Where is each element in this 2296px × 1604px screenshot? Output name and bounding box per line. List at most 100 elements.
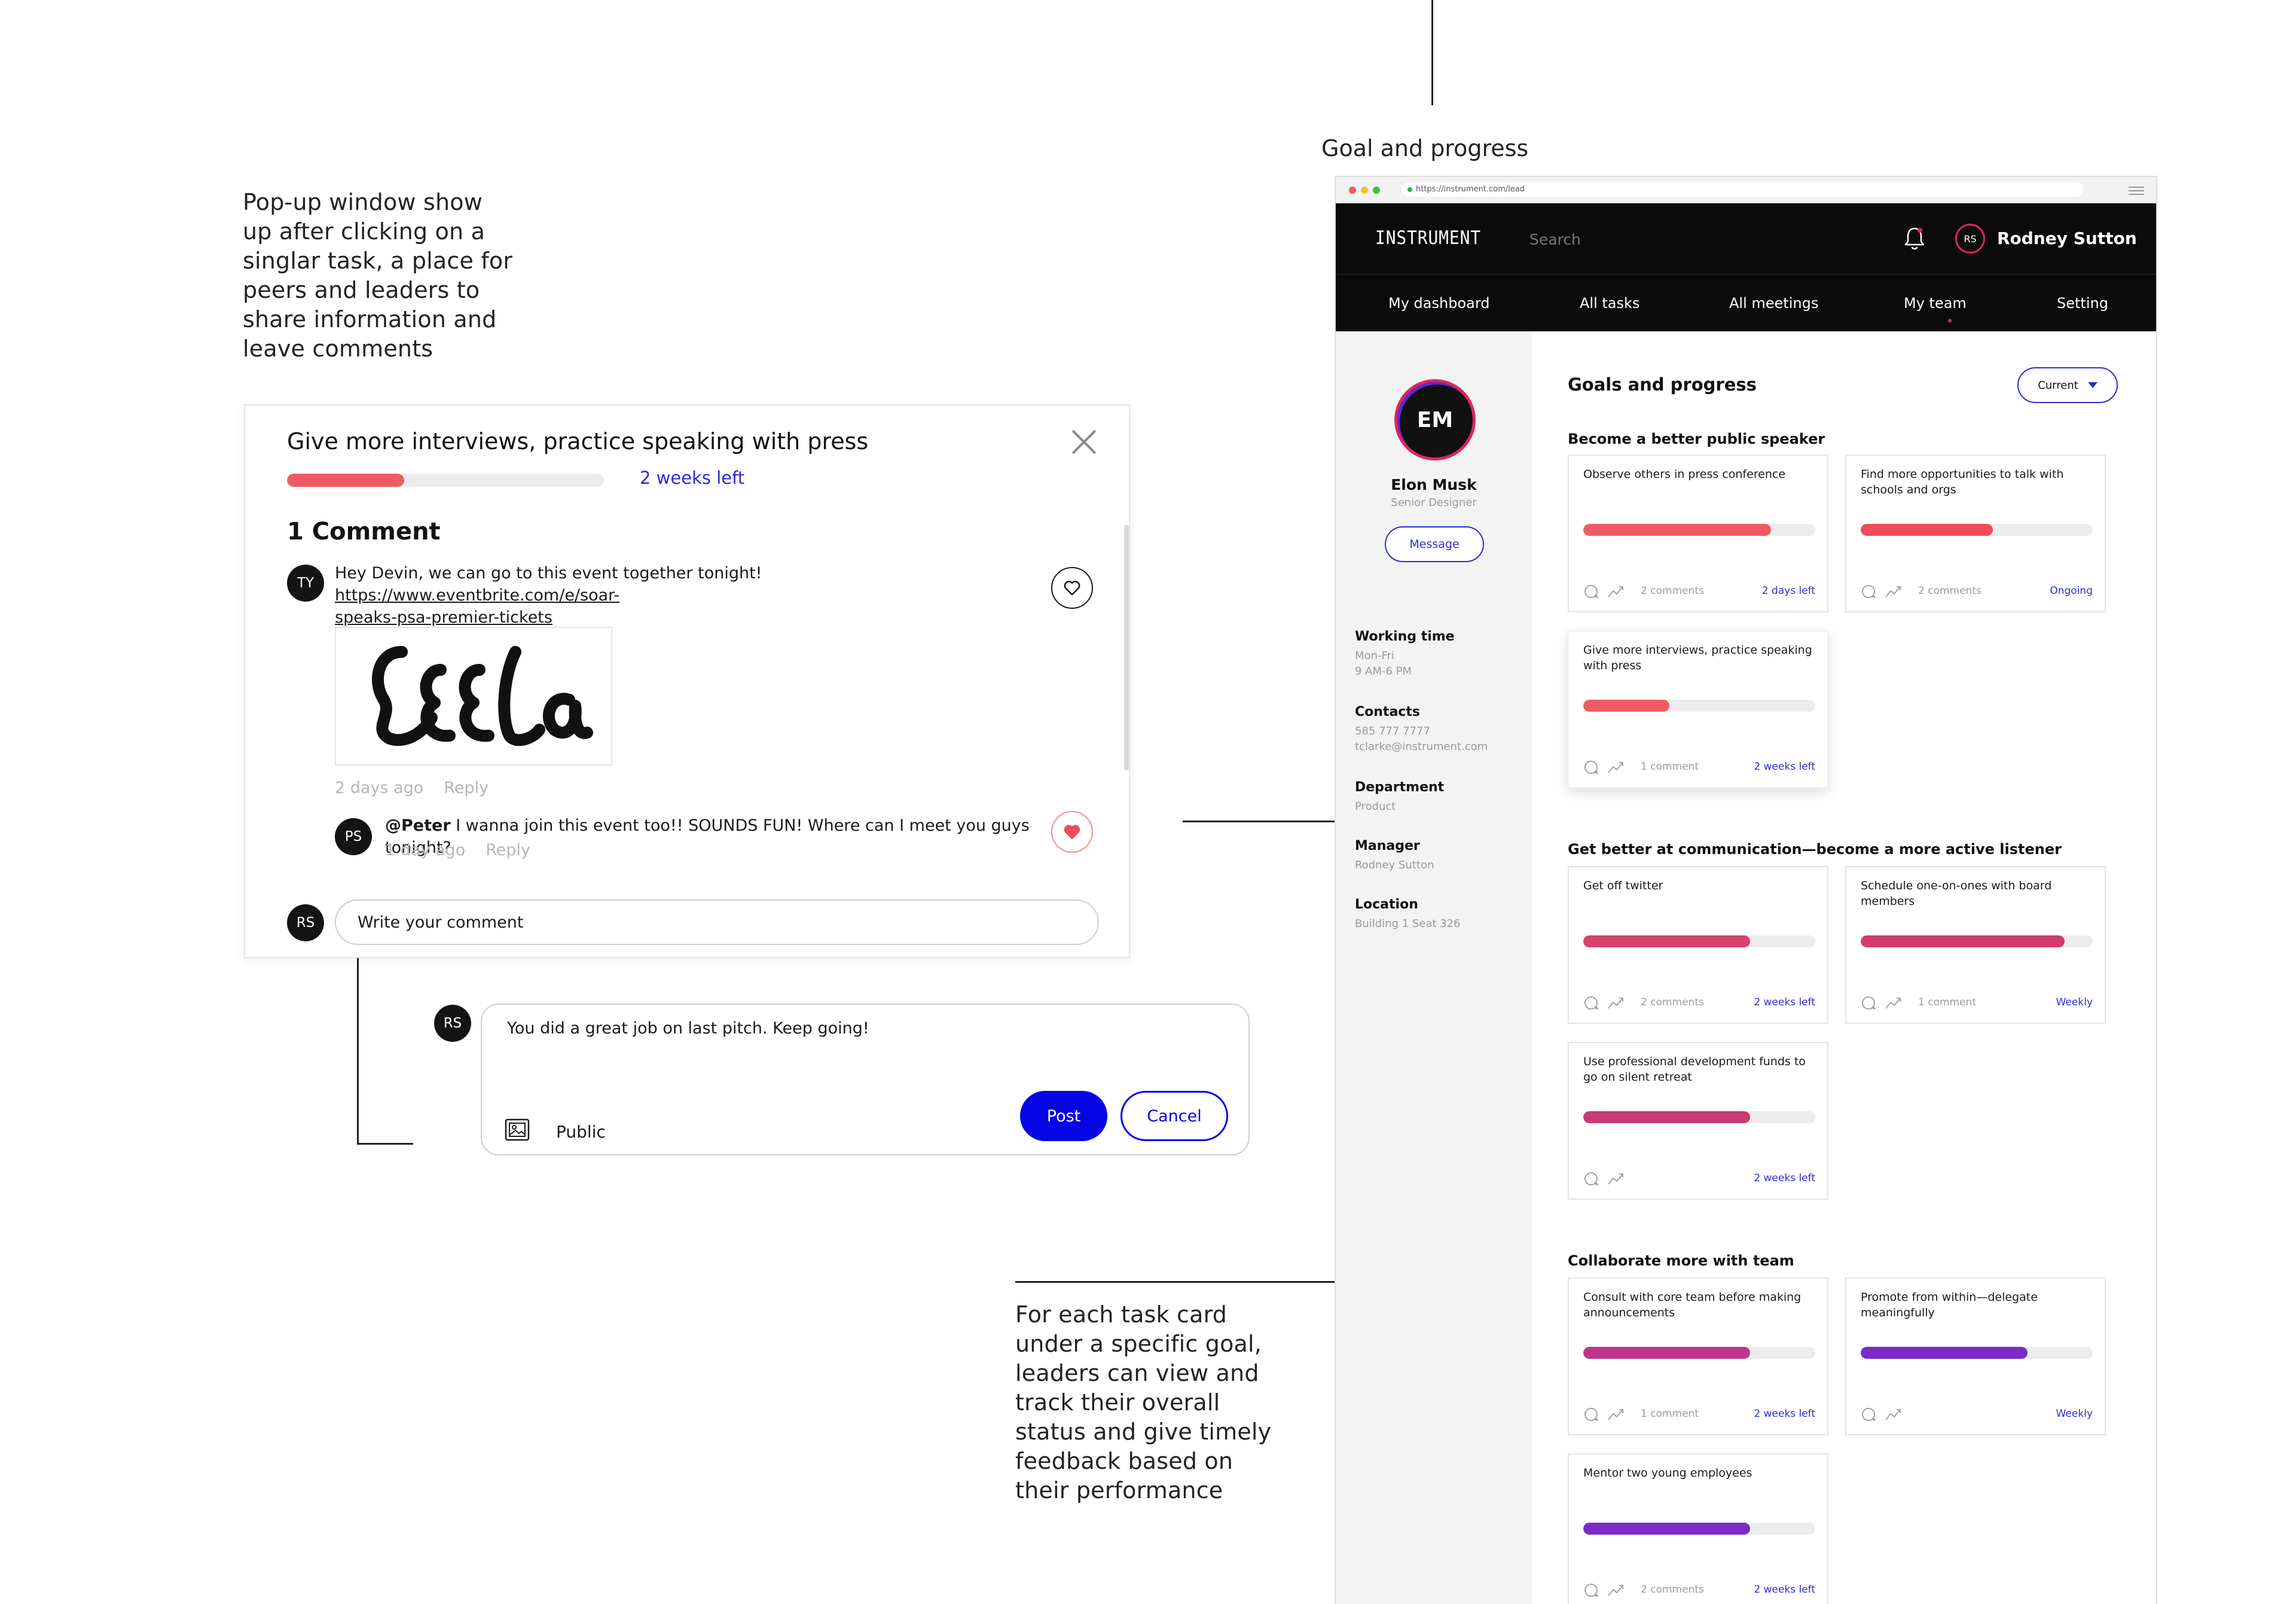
comment-icon[interactable] (1861, 995, 1876, 1011)
task-progress-bar (1861, 935, 2093, 947)
nav-all-tasks[interactable]: All tasks (1580, 295, 1639, 312)
task-progress-fill (1583, 935, 1751, 947)
task-card[interactable]: Get off twitter 2 comments 2 weeks left (1568, 866, 1828, 1024)
nav-my-team[interactable]: My team (1904, 295, 1967, 312)
comment-count: 2 comments (1918, 585, 1981, 597)
zoom-dot[interactable] (1373, 187, 1380, 194)
task-card-title: Consult with core team before making ann… (1583, 1291, 1802, 1319)
comment-link[interactable]: https://www.eventbrite.com/e/soar- (335, 586, 619, 605)
task-card[interactable]: Schedule one-on-ones with board members 1… (1845, 866, 2106, 1024)
task-status: 2 days left (1761, 585, 1815, 597)
task-progress-bar (1583, 1347, 1815, 1359)
browser-chrome: https://instrument.com/lead (1336, 177, 2156, 203)
reply-link[interactable]: Reply (486, 841, 530, 859)
task-progress-bar (1583, 1523, 1815, 1535)
close-dot[interactable] (1349, 187, 1356, 194)
trend-icon[interactable] (1607, 760, 1625, 775)
trend-icon[interactable] (1885, 584, 1903, 599)
nav-my-dashboard[interactable]: My dashboard (1388, 295, 1490, 312)
trend-icon[interactable] (1607, 995, 1625, 1011)
task-card[interactable]: Consult with core team before making ann… (1568, 1277, 1828, 1435)
chevron-down-icon (2087, 382, 2097, 388)
nav-all-meetings[interactable]: All meetings (1729, 295, 1818, 312)
trend-icon[interactable] (1607, 1171, 1625, 1187)
connector-line-composer-h (357, 1143, 413, 1145)
bell-icon[interactable] (1904, 225, 1925, 251)
task-progress-fill (1861, 524, 1993, 536)
active-nav-indicator (1948, 319, 1952, 322)
avatar: RS (287, 904, 324, 941)
task-card[interactable]: Mentor two young employees 2 comments 2 we… (1568, 1453, 1828, 1604)
comment-input[interactable]: Write your comment (335, 899, 1099, 945)
trend-icon[interactable] (1607, 584, 1625, 599)
task-card[interactable]: Use professional development funds to go… (1568, 1042, 1828, 1200)
image-icon[interactable] (505, 1118, 530, 1141)
task-progress-fill (1861, 1347, 2028, 1359)
task-card[interactable]: Observe others in press conference 2 comm… (1568, 455, 1828, 612)
reply-composer[interactable]: You did a great job on last pitch. Keep … (481, 1004, 1250, 1155)
comment-icon[interactable] (1583, 584, 1599, 599)
popup-time-left: 2 weeks left (640, 468, 745, 488)
comment-icon[interactable] (1583, 1407, 1599, 1422)
filter-dropdown[interactable]: Current (2017, 367, 2118, 403)
trend-icon[interactable] (1885, 995, 1903, 1011)
task-popup: Give more interviews, practice speaking … (244, 404, 1130, 958)
task-card-title: Use professional development funds to go… (1583, 1055, 1806, 1084)
like-button[interactable] (1051, 567, 1093, 609)
cancel-button[interactable]: Cancel (1120, 1091, 1228, 1141)
comment-icon[interactable] (1583, 1582, 1599, 1598)
attached-image[interactable] (335, 627, 612, 766)
menu-icon[interactable] (2129, 187, 2144, 197)
task-card-title: Give more interviews, practice speaking … (1583, 644, 1812, 672)
task-progress-bar (1861, 524, 2093, 536)
contacts-value: 585 777 7777 tclarke@instrument.com (1355, 724, 1488, 755)
task-card[interactable]: Give more interviews, practice speaking … (1568, 630, 1828, 788)
trend-icon[interactable] (1607, 1582, 1625, 1598)
task-progress-fill (1583, 524, 1772, 536)
connector-line-composer (357, 928, 359, 1145)
comment-icon[interactable] (1583, 760, 1599, 775)
message-button[interactable]: Message (1385, 526, 1484, 562)
trend-icon[interactable] (1885, 1407, 1903, 1422)
brand-logo[interactable]: INSTRUMENT (1375, 227, 1481, 249)
composer-text[interactable]: You did a great job on last pitch. Keep … (507, 1019, 869, 1038)
task-card[interactable]: Find more opportunities to talk with sch… (1845, 455, 2106, 612)
card-annotation: For each task card under a specific goal… (1015, 1301, 1272, 1504)
comment-icon[interactable] (1861, 584, 1876, 599)
search-input[interactable]: Search (1529, 231, 1581, 248)
profile-role: Senior Designer (1391, 496, 1477, 509)
user-avatar[interactable]: RS (1955, 224, 1985, 254)
email-link[interactable]: tclarke@instrument.com (1355, 739, 1488, 755)
task-status: Ongoing (2050, 585, 2093, 597)
task-status: Weekly (2056, 996, 2093, 1008)
visibility-label[interactable]: Public (556, 1122, 606, 1142)
task-card-title: Mentor two young employees (1583, 1466, 1752, 1480)
page-title: Goals and progress (1568, 374, 1757, 395)
task-progress-bar (1861, 1347, 2093, 1359)
nav-setting[interactable]: Setting (2057, 295, 2108, 312)
user-name[interactable]: Rodney Sutton (1997, 228, 2137, 248)
task-card-title: Schedule one-on-ones with board members (1861, 879, 2052, 908)
comment-icon[interactable] (1583, 995, 1599, 1011)
url-bar[interactable]: https://instrument.com/lead (1402, 182, 2083, 197)
post-button[interactable]: Post (1020, 1091, 1107, 1141)
comment-text: Hey Devin, we can go to this event toget… (335, 564, 762, 627)
like-button-liked[interactable] (1051, 811, 1093, 853)
comment-link-cont[interactable]: speaks-psa-premier-tickets (335, 608, 552, 627)
task-card-title: Find more opportunities to talk with sch… (1861, 468, 2064, 496)
leela-logo (372, 646, 593, 746)
trend-icon[interactable] (1607, 1407, 1625, 1422)
popup-progress-fill (287, 474, 405, 487)
minimize-dot[interactable] (1361, 187, 1368, 194)
comment-icon[interactable] (1861, 1407, 1876, 1422)
comment-meta: 1 day ago Reply (385, 841, 530, 859)
close-icon[interactable] (1070, 428, 1098, 456)
mention[interactable]: @Peter (385, 816, 451, 835)
scrollbar[interactable] (1124, 525, 1129, 770)
comment-count: 1 comment (1641, 1408, 1699, 1420)
popup-annotation: Pop-up window show up after clicking on … (243, 189, 513, 362)
task-card[interactable]: Promote from within—delegate meaningfull… (1845, 1277, 2106, 1435)
task-status: 2 weeks left (1754, 1584, 1815, 1596)
comment-icon[interactable] (1583, 1171, 1599, 1187)
reply-link[interactable]: Reply (444, 779, 488, 797)
